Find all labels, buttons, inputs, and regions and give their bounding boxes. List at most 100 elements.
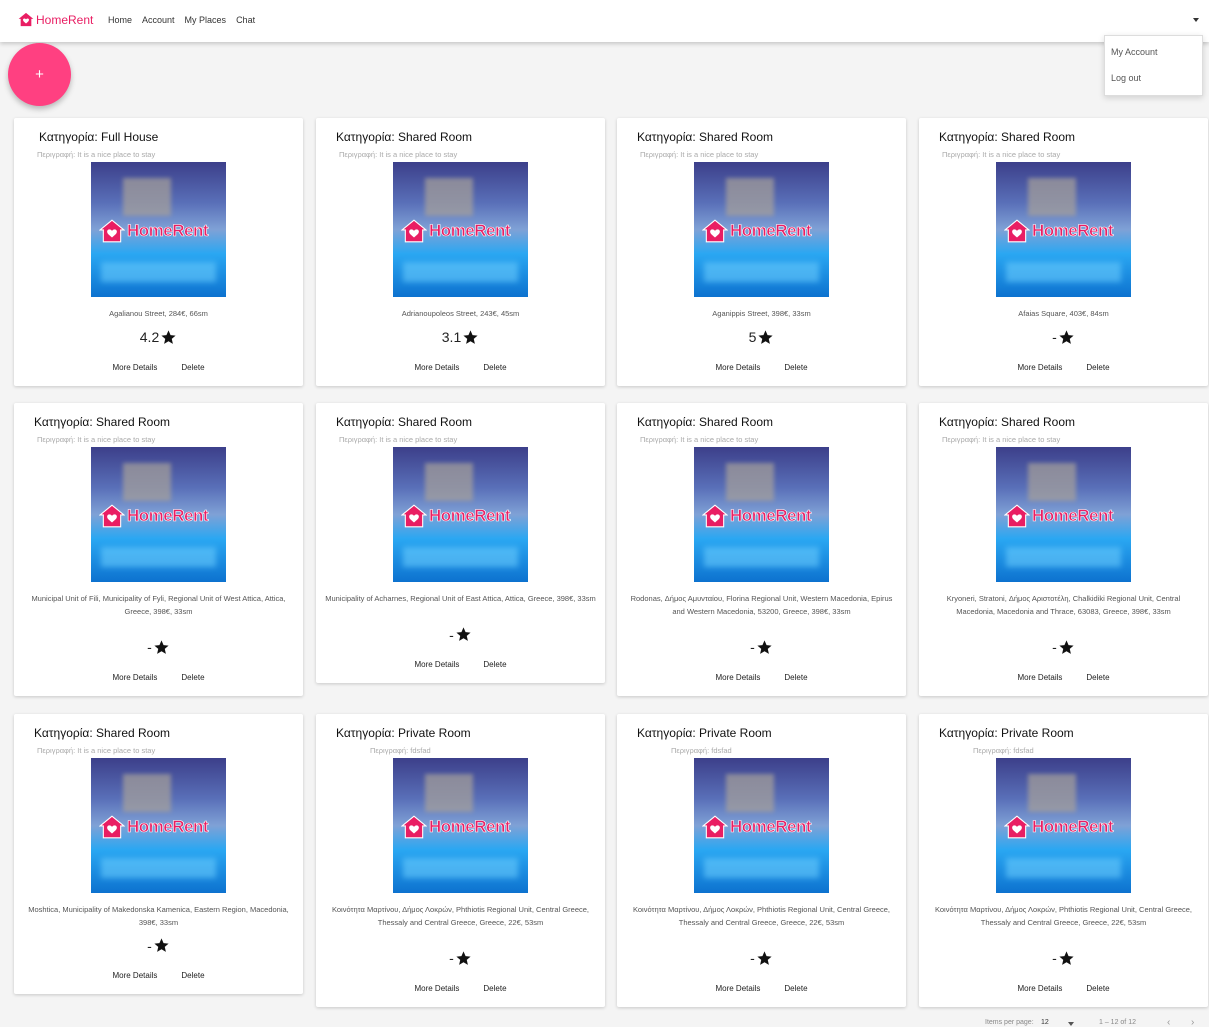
home-heart-icon: [401, 219, 427, 243]
card-actions: More Details Delete: [617, 984, 906, 993]
page-size-caret-icon[interactable]: [1068, 1022, 1074, 1026]
card-rating: -: [919, 329, 1208, 346]
delete-button[interactable]: Delete: [181, 673, 204, 682]
more-details-button[interactable]: More Details: [112, 363, 157, 372]
more-details-button[interactable]: More Details: [715, 984, 760, 993]
place-thumbnail: HomeRent: [694, 758, 829, 893]
place-card: Κατηγορία: Shared Room Περιγραφή: It is a…: [316, 403, 605, 683]
nav-my-places[interactable]: My Places: [185, 15, 227, 25]
card-rating: -: [14, 639, 303, 656]
brand-logo[interactable]: HomeRent: [18, 12, 93, 27]
delete-button[interactable]: Delete: [1086, 673, 1109, 682]
card-actions: More Details Delete: [919, 673, 1208, 682]
card-rating: -: [316, 950, 605, 967]
thumbnail-logo: HomeRent: [1004, 503, 1124, 529]
thumbnail-brand: HomeRent: [730, 817, 812, 837]
card-category: Κατηγορία: Shared Room: [336, 415, 473, 429]
thumbnail-logo: HomeRent: [99, 814, 219, 840]
menu-item-my-account[interactable]: My Account: [1111, 47, 1158, 57]
place-thumbnail: HomeRent: [91, 758, 226, 893]
more-details-button[interactable]: More Details: [414, 660, 459, 669]
card-actions: More Details Delete: [919, 363, 1208, 372]
nav-account[interactable]: Account: [142, 15, 175, 25]
more-details-button[interactable]: More Details: [1017, 984, 1062, 993]
star-icon: [161, 329, 176, 344]
card-address: Κοινότητα Μαρτίνου, Δήμος Λοκρών, Phthio…: [331, 905, 590, 927]
more-details-button[interactable]: More Details: [715, 673, 760, 682]
star-icon: [1059, 950, 1074, 965]
more-details-button[interactable]: More Details: [112, 673, 157, 682]
card-address: Municipality of Acharnes, Regional Unit …: [325, 594, 596, 603]
home-heart-icon: [99, 219, 125, 243]
delete-button[interactable]: Delete: [483, 984, 506, 993]
rating-value: -: [1052, 639, 1057, 655]
card-address: Agalianou Street, 284€, 66sm: [109, 309, 208, 318]
nav-chat[interactable]: Chat: [236, 15, 255, 25]
card-category: Κατηγορία: Shared Room: [939, 130, 1076, 144]
menu-item-log-out[interactable]: Log out: [1111, 73, 1141, 83]
home-heart-icon: [99, 504, 125, 528]
thumbnail-brand: HomeRent: [127, 506, 209, 526]
delete-button[interactable]: Delete: [784, 984, 807, 993]
card-description: Περιγραφή: It is a nice place to stay: [942, 435, 1061, 444]
card-address: Afaias Square, 403€, 84sm: [1018, 309, 1109, 318]
card-actions: More Details Delete: [316, 984, 605, 993]
delete-button[interactable]: Delete: [1086, 984, 1109, 993]
place-card: Κατηγορία: Shared Room Περιγραφή: It is a…: [617, 118, 906, 386]
card-rating: -: [919, 950, 1208, 967]
place-thumbnail: HomeRent: [996, 447, 1131, 582]
more-details-button[interactable]: More Details: [715, 363, 760, 372]
card-actions: More Details Delete: [316, 660, 605, 669]
delete-button[interactable]: Delete: [181, 971, 204, 980]
place-thumbnail: HomeRent: [393, 162, 528, 297]
place-thumbnail: HomeRent: [393, 758, 528, 893]
more-details-button[interactable]: More Details: [1017, 673, 1062, 682]
delete-button[interactable]: Delete: [181, 363, 204, 372]
place-card: Κατηγορία: Full House Περιγραφή: It is a …: [14, 118, 303, 386]
star-icon: [154, 639, 169, 654]
star-icon: [757, 950, 772, 965]
more-details-button[interactable]: More Details: [112, 971, 157, 980]
rating-value: -: [147, 639, 152, 655]
previous-page-button[interactable]: ‹: [1167, 1017, 1170, 1027]
home-heart-icon: [1004, 815, 1030, 839]
thumbnail-brand: HomeRent: [429, 221, 511, 241]
thumbnail-logo: HomeRent: [401, 218, 521, 244]
place-thumbnail: HomeRent: [91, 162, 226, 297]
card-address: Kryoneri, Stratoni, Δήμος Αριστοτέλη, Ch…: [946, 594, 1181, 616]
place-card: Κατηγορία: Shared Room Περιγραφή: It is a…: [14, 714, 303, 994]
star-icon: [757, 639, 772, 654]
delete-button[interactable]: Delete: [483, 363, 506, 372]
delete-button[interactable]: Delete: [784, 673, 807, 682]
delete-button[interactable]: Delete: [483, 660, 506, 669]
card-category: Κατηγορία: Shared Room: [336, 130, 473, 144]
card-rating: -: [919, 639, 1208, 656]
thumbnail-logo: HomeRent: [401, 814, 521, 840]
card-rating: 5: [617, 329, 906, 346]
star-icon: [758, 329, 773, 344]
more-details-button[interactable]: More Details: [414, 984, 459, 993]
card-rating: -: [316, 626, 605, 643]
nav-home[interactable]: Home: [108, 15, 132, 25]
rating-value: -: [147, 937, 152, 954]
card-address: Κοινότητα Μαρτίνου, Δήμος Λοκρών, Phthio…: [632, 905, 891, 927]
card-description: Περιγραφή: It is a nice place to stay: [37, 435, 156, 444]
card-address: Κοινότητα Μαρτίνου, Δήμος Λοκρών, Phthio…: [934, 905, 1193, 927]
card-category: Κατηγορία: Private Room: [336, 726, 471, 740]
more-details-button[interactable]: More Details: [414, 363, 459, 372]
thumbnail-brand: HomeRent: [429, 506, 511, 526]
account-dropdown-caret-icon[interactable]: [1193, 18, 1199, 22]
card-actions: More Details Delete: [617, 363, 906, 372]
delete-button[interactable]: Delete: [1086, 363, 1109, 372]
page-size-select[interactable]: 12: [1041, 1019, 1049, 1026]
star-icon: [456, 627, 471, 641]
card-actions: More Details Delete: [14, 971, 303, 980]
more-details-button[interactable]: More Details: [1017, 363, 1062, 372]
place-card: Κατηγορία: Shared Room Περιγραφή: It is a…: [316, 118, 605, 386]
add-place-button[interactable]: +: [8, 43, 71, 106]
card-address: Adrianoupoleos Street, 243€, 45sm: [401, 309, 520, 318]
delete-button[interactable]: Delete: [784, 363, 807, 372]
next-page-button[interactable]: ›: [1191, 1017, 1194, 1027]
card-category: Κατηγορία: Shared Room: [637, 415, 774, 429]
thumbnail-brand: HomeRent: [1032, 817, 1114, 837]
